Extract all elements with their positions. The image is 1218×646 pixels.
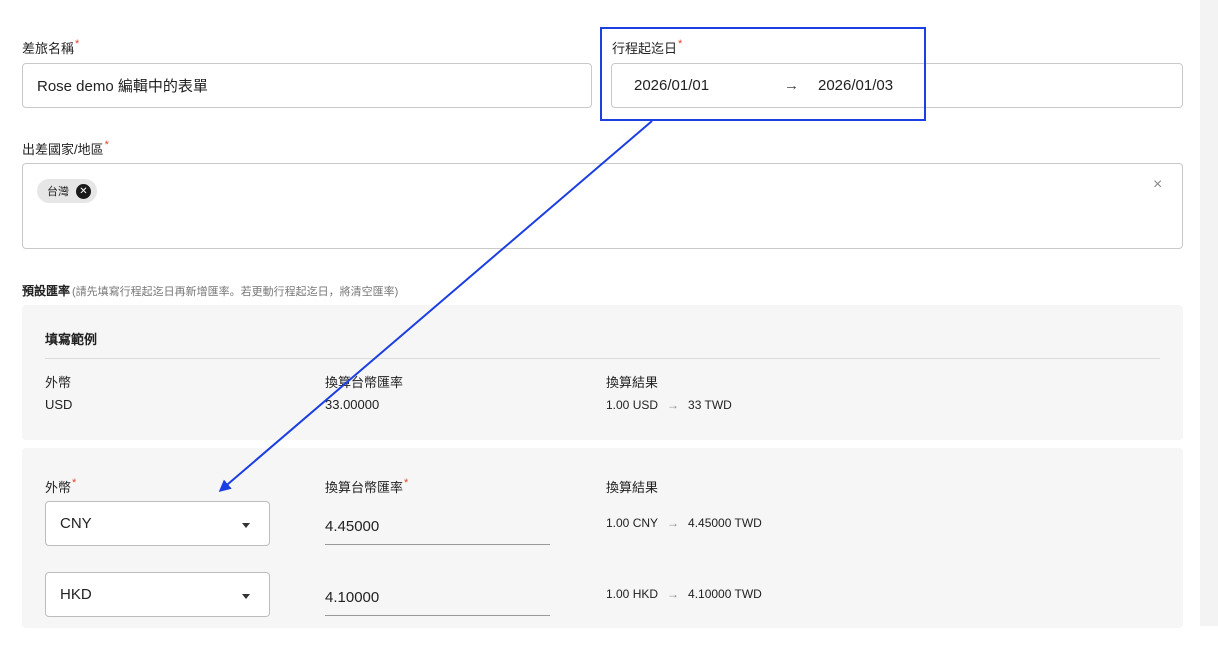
annotation-arrow	[218, 120, 653, 492]
